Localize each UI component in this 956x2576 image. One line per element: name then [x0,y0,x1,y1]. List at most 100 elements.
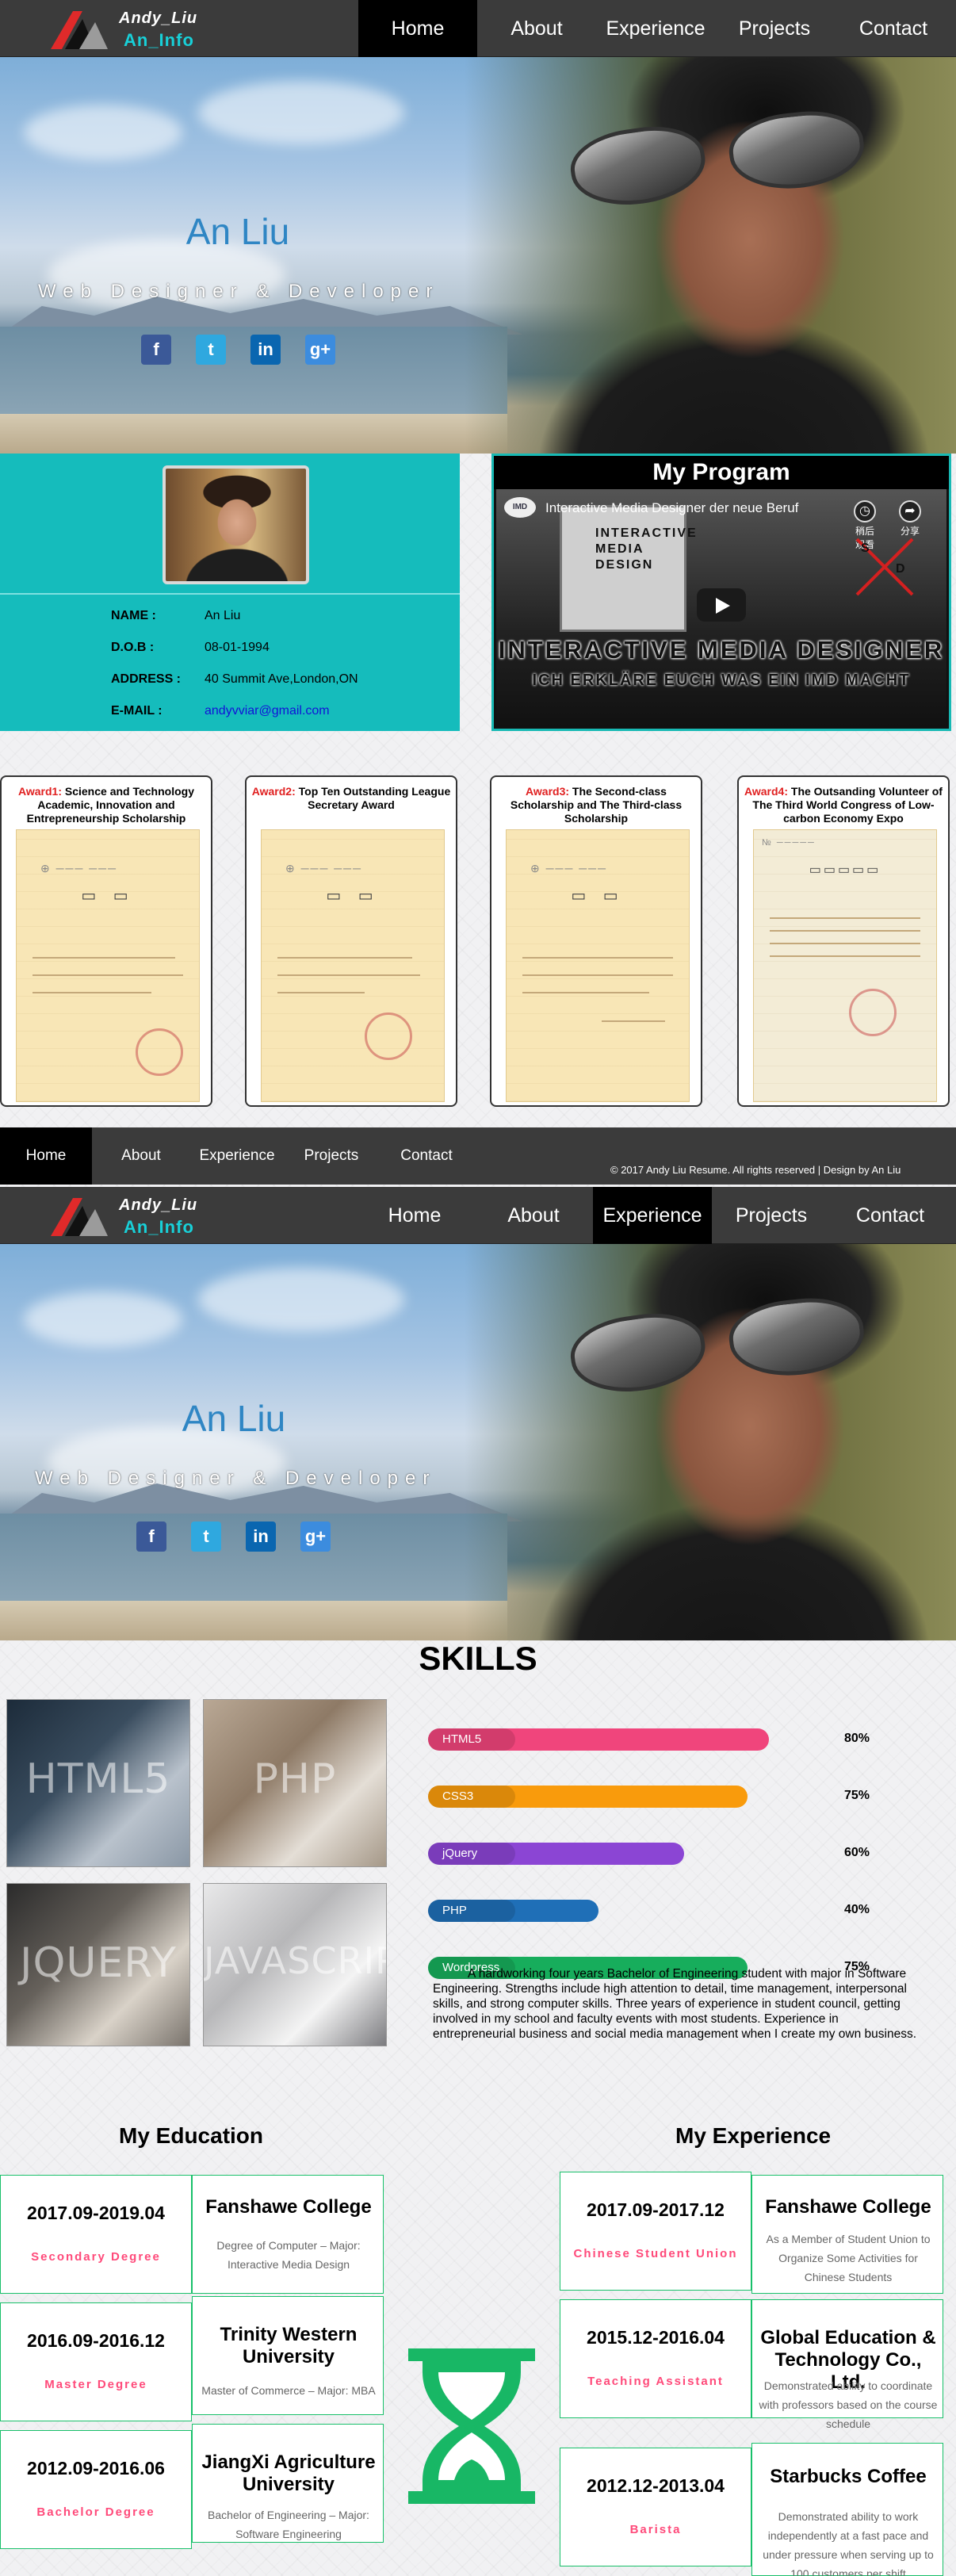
logo[interactable]: Andy_Liu An_Info [48,1193,246,1239]
logo-mark-icon [51,1198,108,1236]
clock-icon: ◷ [854,500,876,522]
video-subheadline: ICH ERKLÄRE EUCH WAS EIN IMD MACHT [532,672,911,689]
footer-nav-home[interactable]: Home [0,1127,92,1185]
facebook-icon[interactable]: f [141,335,171,365]
award-card-1: Award1: Science and Technology Academic,… [0,775,212,1107]
skill-bar-label: CSS3 [442,1789,474,1803]
footer-bar: Home About Experience Projects Contact ©… [0,1127,956,1185]
nav-about[interactable]: About [477,0,596,57]
email-link[interactable]: andyvviar@gmail.com [205,704,330,718]
logo-mark-icon [51,11,108,49]
education-degree: Bachelor Degree [36,2505,155,2519]
nav-projects[interactable]: Projects [712,1187,831,1244]
education-detail-card: JiangXi Agriculture University Bachelor … [192,2424,384,2543]
nav-experience[interactable]: Experience [596,0,715,57]
certificate-image: № ───── ▭▭▭▭▭ [753,829,937,1102]
education-degree: Master Degree [44,2378,147,2391]
award-text: Top Ten Outstanding League Secretary Awa… [298,785,451,811]
award-tag: Award3: [526,785,570,798]
secondary-navbar: Andy_Liu An_Info Home About Experience P… [0,1187,956,1244]
share-button[interactable]: ➦ 分享 [897,500,923,538]
play-button[interactable] [697,588,746,622]
javascript-image: JAVASCRIPT [203,1883,387,2046]
education-detail-card: Fanshawe College Degree of Computer – Ma… [192,2175,384,2294]
footer-nav-contact[interactable]: Contact [388,1127,465,1185]
address-label: ADDRESS : [111,672,182,686]
award-tag: Award2: [251,785,296,798]
experience-detail-card: Starbucks Coffee Demonstrated ability to… [751,2443,943,2576]
channel-logo-icon[interactable]: IMD [504,497,536,518]
experience-date-card: 2015.12-2016.04 Teaching Assistant [560,2299,751,2418]
education-school: Fanshawe College [205,2196,372,2218]
education-desc: Bachelor of Engineering – Major: Softwar… [208,2509,369,2540]
program-title: My Program [494,456,949,489]
video-title[interactable]: Interactive Media Designer der neue Beru… [545,500,798,516]
brand-subtitle: An_Info [124,30,194,50]
googleplus-icon[interactable]: g+ [305,335,335,365]
logo[interactable]: Andy_Liu An_Info [48,6,246,52]
bio-paragraph: A hardworking four years Bachelor of Eng… [433,1967,917,2041]
name-value: An Liu [205,609,241,622]
footer-nav-experience[interactable]: Experience [189,1127,285,1185]
image-caption: JQUERY [20,1939,177,1987]
linkedin-icon[interactable]: in [246,1521,276,1552]
share-icon: ➦ [899,500,921,522]
certificate-image: ⊕ ─── ─── ▭ ▭ [16,829,200,1102]
portrait-photo [465,57,956,454]
experience-desc: Demonstrated ability to coordinate with … [759,2379,938,2430]
experience-date: 2017.09-2017.12 [587,2199,725,2220]
experience-date: 2015.12-2016.04 [587,2327,725,2348]
html5-image: HTML5 [6,1699,190,1867]
education-date: 2016.09-2016.12 [27,2330,165,2351]
nav-contact[interactable]: Contact [834,0,953,57]
brand-subtitle: An_Info [124,1217,194,1237]
education-title: My Education [119,2123,264,2148]
award-card-2: Award2: Top Ten Outstanding League Secre… [245,775,457,1107]
hero-banner: An Liu Web Designer & Developer f t in g… [0,57,956,454]
googleplus-icon[interactable]: g+ [300,1521,331,1552]
education-school: Trinity Western University [220,2324,358,2367]
twitter-icon[interactable]: t [196,335,226,365]
brand-name: Andy_Liu [119,1196,198,1214]
award-card-3: Award3: The Second-class Scholarship and… [490,775,702,1107]
award-card-4: Award4: The Outsanding Volunteer of The … [737,775,950,1107]
image-caption: HTML5 [25,1755,171,1803]
skill-percent: 75% [844,1789,870,1802]
skill-bar-html5: HTML5 [428,1728,769,1751]
watch-later-button[interactable]: ◷ 稍后观看 [851,500,878,550]
program-panel: My Program IMD Interactive Media Designe… [491,454,951,731]
jquery-image: JQUERY [6,1883,190,2046]
education-desc: Degree of Computer – Major: Interactive … [216,2239,361,2271]
nav-projects[interactable]: Projects [715,0,834,57]
experience-desc: Demonstrated ability to work independent… [763,2510,934,2576]
certificate-image: ⊕ ─── ─── ▭ ▭ [261,829,445,1102]
nav-experience[interactable]: Experience [593,1187,712,1244]
skill-bar-label: jQuery [442,1847,478,1860]
brand-name: Andy_Liu [119,10,198,27]
video-headline: INTERACTIVE MEDIA DESIGNER [498,636,945,664]
video-small-text: INTERACTIVE MEDIA DESIGN [595,526,698,572]
award-tag: Award1: [18,785,62,798]
footer-nav-projects[interactable]: Projects [293,1127,369,1185]
footer-nav-about[interactable]: About [103,1127,179,1185]
experience-date: 2012.12-2013.04 [587,2475,725,2496]
experience-date-card: 2012.12-2013.04 Barista [560,2448,751,2566]
nav-home[interactable]: Home [355,1187,474,1244]
nav-home[interactable]: Home [358,0,477,57]
twitter-icon[interactable]: t [191,1521,221,1552]
video-player[interactable]: IMD Interactive Media Designer der neue … [496,489,946,727]
address-value: 40 Summit Ave,London,ON [205,672,358,686]
php-image: PHP [203,1699,387,1867]
education-date-card: 2012.09-2016.06 Bachelor Degree [0,2430,192,2549]
nav-contact[interactable]: Contact [831,1187,950,1244]
hourglass-icon [408,2348,535,2504]
facebook-icon[interactable]: f [136,1521,166,1552]
skill-bar-label: HTML5 [442,1732,482,1746]
nav-about[interactable]: About [474,1187,593,1244]
portrait-photo [465,1244,956,1640]
skill-percent: 40% [844,1903,870,1916]
experience-detail-card: Global Education & Technology Co., Ltd. … [751,2299,943,2430]
linkedin-icon[interactable]: in [250,335,281,365]
top-navbar: Andy_Liu An_Info Home About Experience P… [0,0,956,57]
education-desc: Master of Commerce – Major: MBA [201,2384,376,2397]
